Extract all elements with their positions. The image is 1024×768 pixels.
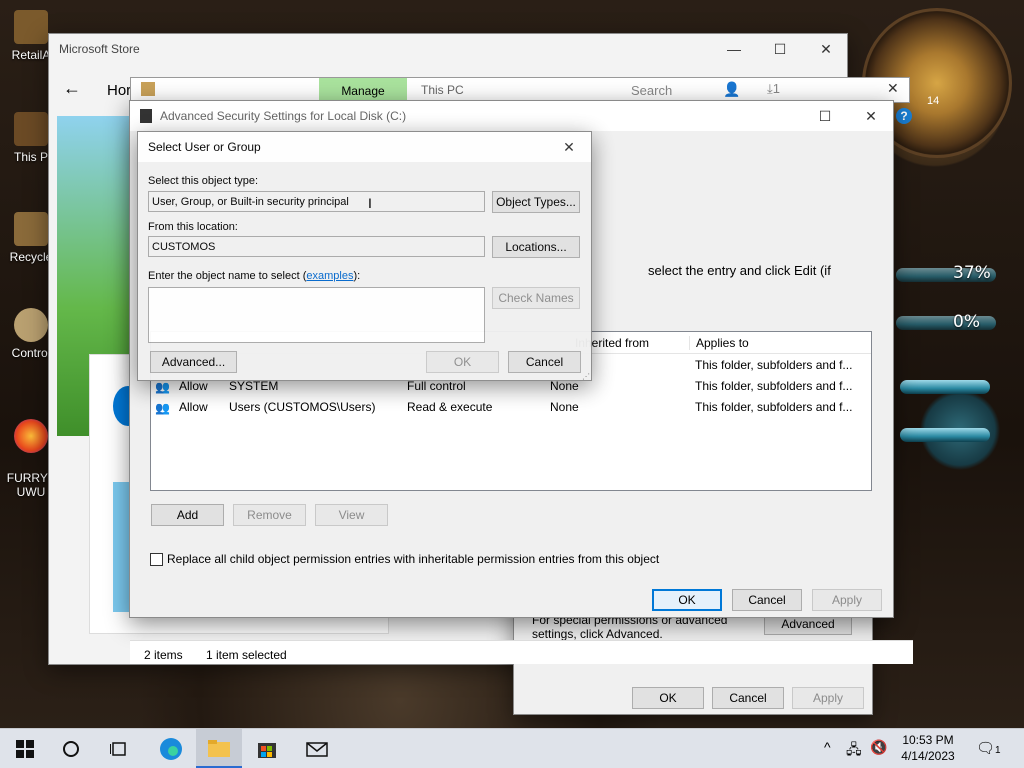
taskbar: ^ 🖧 🔇 10:53 PM 4/14/2023 🗨1 bbox=[0, 728, 1024, 768]
user-icon[interactable]: 👤 bbox=[723, 81, 740, 98]
start-button[interactable] bbox=[2, 729, 48, 768]
user-group-icon: 👥 bbox=[155, 380, 170, 394]
back-arrow-icon[interactable]: ← bbox=[63, 78, 81, 99]
location-field: CUSTOMOS bbox=[148, 236, 485, 257]
recycle-bin-icon bbox=[14, 212, 48, 246]
object-name-label: Enter the object name to select (example… bbox=[148, 270, 361, 282]
user-group-icon: 👥 bbox=[155, 401, 170, 415]
examples-link[interactable]: examples bbox=[306, 270, 353, 282]
replace-child-label: Replace all child object permission entr… bbox=[167, 552, 660, 566]
advanced-security-title: Advanced Security Settings for Local Dis… bbox=[160, 109, 407, 123]
location-label: From this location: bbox=[148, 221, 238, 233]
explorer-app-icon bbox=[141, 82, 155, 96]
advanced-security-titlebar: Advanced Security Settings for Local Dis… bbox=[130, 101, 893, 131]
store-home-tab[interactable]: Hor bbox=[107, 82, 131, 99]
network-icon[interactable]: 🖧 bbox=[846, 739, 862, 763]
adv-apply-button[interactable]: Apply bbox=[812, 589, 882, 611]
status-item-count: 2 items bbox=[144, 648, 183, 662]
ibeam-cursor-icon: I bbox=[368, 195, 372, 211]
adv-ok-button[interactable]: OK bbox=[652, 589, 722, 611]
explorer-path: This PC bbox=[421, 83, 464, 97]
object-name-input[interactable] bbox=[148, 287, 485, 343]
resize-grip-icon[interactable]: ⋰ bbox=[582, 372, 590, 381]
store-maximize-button[interactable]: ☐ bbox=[757, 34, 803, 64]
folder-icon bbox=[208, 739, 230, 757]
explorer-search[interactable]: Search bbox=[631, 83, 672, 98]
search-circle-icon bbox=[63, 741, 79, 757]
adv-close-button[interactable]: ✕ bbox=[848, 101, 894, 131]
mail-icon bbox=[306, 742, 328, 757]
edge-icon bbox=[160, 738, 182, 760]
add-button[interactable]: Add bbox=[151, 504, 224, 526]
view-button[interactable]: View bbox=[315, 504, 388, 526]
object-types-button[interactable]: Object Types... bbox=[492, 191, 580, 213]
dialog-cancel-button[interactable]: Cancel bbox=[508, 351, 581, 373]
retail-icon bbox=[14, 10, 48, 44]
search-button[interactable] bbox=[48, 729, 94, 768]
dialog-close-button[interactable]: ✕ bbox=[546, 132, 592, 162]
adv-maximize-button[interactable]: ☐ bbox=[802, 101, 848, 131]
store-minimize-button[interactable]: — bbox=[711, 34, 757, 64]
task-view-icon bbox=[110, 742, 126, 756]
store-bag-icon bbox=[258, 743, 276, 758]
store-title: Microsoft Store bbox=[59, 42, 140, 56]
notification-icon[interactable]: 🗨1 bbox=[976, 739, 1001, 757]
remove-button[interactable]: Remove bbox=[233, 504, 306, 526]
dialog-title: Select User or Group bbox=[148, 140, 261, 154]
adv-instruction: select the entry and click Edit (if bbox=[648, 263, 831, 278]
properties-ok-button[interactable]: OK bbox=[632, 687, 704, 709]
control-panel-icon bbox=[14, 308, 48, 342]
chevron-up-icon[interactable]: ^ bbox=[824, 739, 831, 755]
file-explorer-button[interactable] bbox=[196, 729, 242, 768]
gauge-tube-3 bbox=[900, 380, 990, 394]
mail-button[interactable] bbox=[294, 729, 340, 768]
gauge-value-2: 0% bbox=[953, 312, 980, 332]
dialog-ok-button[interactable]: OK bbox=[426, 351, 499, 373]
status-selected: 1 item selected bbox=[206, 648, 287, 662]
volume-muted-icon[interactable]: 🔇 bbox=[870, 739, 887, 756]
properties-apply-button[interactable]: Apply bbox=[792, 687, 864, 709]
gauge-tube-4 bbox=[900, 428, 990, 442]
edge-button[interactable] bbox=[148, 729, 194, 768]
dialog-titlebar: Select User or Group bbox=[138, 132, 591, 162]
dialog-advanced-button[interactable]: Advanced... bbox=[150, 351, 237, 373]
object-type-label: Select this object type: bbox=[148, 175, 259, 187]
adv-cancel-button[interactable]: Cancel bbox=[732, 589, 802, 611]
shield-icon bbox=[140, 109, 152, 123]
store-close-button[interactable]: ✕ bbox=[803, 34, 849, 64]
table-row[interactable]: 👥 Allow Users (CUSTOMOS\Users) Read & ex… bbox=[151, 398, 871, 419]
task-view-button[interactable] bbox=[96, 729, 142, 768]
download-icon[interactable]: ⤓1 bbox=[767, 81, 780, 97]
object-type-field: User, Group, or Built-in security princi… bbox=[148, 191, 485, 212]
check-names-button[interactable]: Check Names bbox=[492, 287, 580, 309]
help-icon[interactable]: ? bbox=[896, 108, 912, 124]
this-pc-icon bbox=[14, 112, 48, 146]
gauge-value-1: 37% bbox=[953, 263, 991, 283]
explorer-status-bar: 2 items 1 item selected bbox=[130, 640, 913, 664]
locations-button[interactable]: Locations... bbox=[492, 236, 580, 258]
firefox-icon bbox=[14, 419, 48, 453]
system-clock[interactable]: 10:53 PM 4/14/2023 bbox=[900, 732, 956, 764]
gauge-tube-2 bbox=[896, 316, 996, 330]
explorer-close-button[interactable]: ✕ bbox=[887, 80, 899, 97]
windows-icon bbox=[16, 740, 34, 758]
store-button[interactable] bbox=[244, 729, 290, 768]
col-applies-to[interactable]: Applies to bbox=[689, 336, 749, 350]
properties-cancel-button[interactable]: Cancel bbox=[712, 687, 784, 709]
replace-child-checkbox[interactable] bbox=[150, 553, 163, 566]
select-user-dialog: Select User or Group ✕ Select this objec… bbox=[137, 131, 592, 381]
